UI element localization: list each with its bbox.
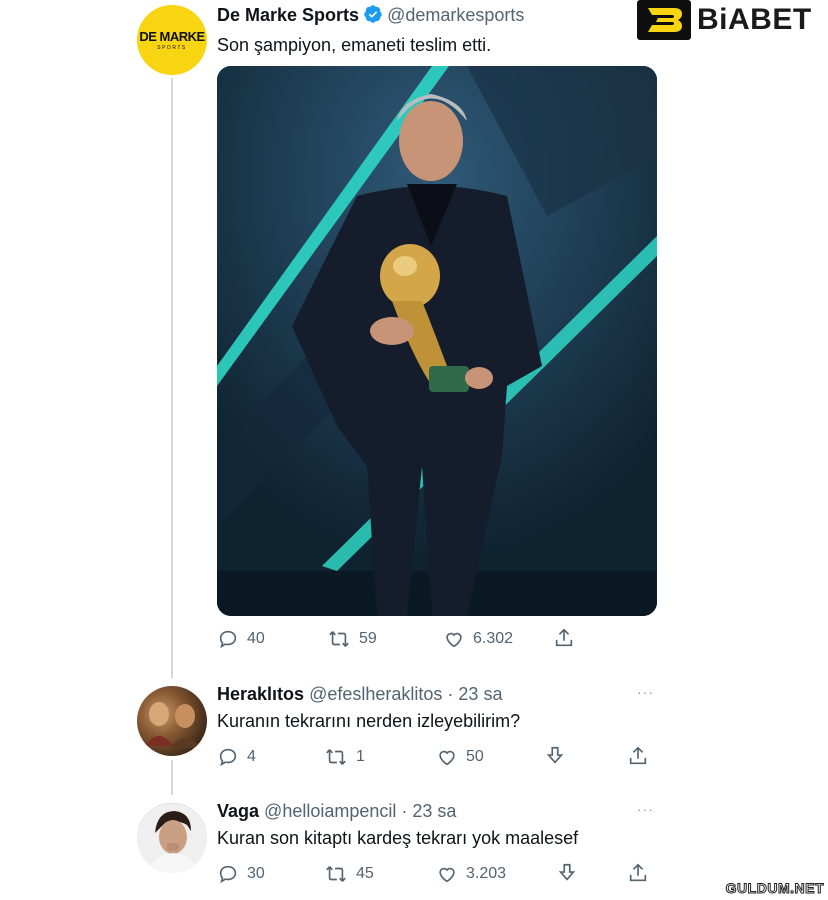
reply-header: Heraklıtos @efeslheraklitos · 23 sa <box>217 684 502 705</box>
arrow-down-icon <box>546 746 564 764</box>
brand-b-icon <box>637 0 691 40</box>
avatar[interactable]: DE MARKE SPORTS <box>137 5 207 75</box>
reply-button[interactable]: 30 <box>217 863 265 885</box>
media-photo <box>217 66 657 616</box>
retweet-icon <box>326 866 346 882</box>
retweet-count: 1 <box>356 748 365 765</box>
heart-icon <box>446 632 462 648</box>
author-handle[interactable]: @efeslheraklitos <box>309 684 442 704</box>
tweet-text: Son şampiyon, emaneti teslim etti. <box>217 35 492 55</box>
author-handle[interactable]: @helloiampencil <box>264 801 396 821</box>
like-button[interactable]: 50 <box>436 746 484 768</box>
thread-line <box>171 78 173 678</box>
avatar-image <box>145 702 201 748</box>
retweet-icon <box>326 749 346 765</box>
author-name[interactable]: Heraklıtos <box>217 684 304 704</box>
share-icon <box>629 746 647 765</box>
reply-text: Kuranın tekrarını nerden izleyebilirim? <box>217 711 521 731</box>
downvote-button[interactable] <box>544 745 566 767</box>
share-button[interactable] <box>627 745 649 767</box>
reply-header: Vaga @helloiampencil · 23 sa <box>217 801 456 822</box>
heart-icon <box>439 750 455 766</box>
like-count: 50 <box>466 748 484 765</box>
retweet-icon <box>329 631 349 647</box>
retweet-button[interactable]: 59 <box>327 628 377 650</box>
verified-badge-icon <box>364 5 382 23</box>
reply-count: 30 <box>247 865 265 882</box>
like-button[interactable]: 6.302 <box>443 628 513 650</box>
share-button[interactable] <box>553 627 575 649</box>
retweet-count: 45 <box>356 865 374 882</box>
reply-icon <box>219 748 237 767</box>
avatar-logo-subtext: SPORTS <box>157 44 187 51</box>
share-icon <box>555 628 573 647</box>
reply-button[interactable]: 40 <box>217 628 265 650</box>
downvote-button[interactable] <box>556 862 578 884</box>
like-count: 6.302 <box>473 630 514 647</box>
tweet-time[interactable]: · 23 sa <box>447 684 502 704</box>
reply-count: 40 <box>247 630 265 647</box>
reply-text: Kuran son kitaptı kardeş tekrarı yok maa… <box>217 828 579 848</box>
brand-logo: BiABET <box>637 0 812 40</box>
tweet-header: De Marke Sports @demarkesports <box>217 4 524 26</box>
more-options-icon[interactable]: ··· <box>637 684 654 700</box>
reply-count: 4 <box>247 748 256 765</box>
retweet-count: 59 <box>359 630 377 647</box>
site-watermark: GULDUM.NET <box>725 880 824 897</box>
thread-line <box>171 760 173 795</box>
reply-icon <box>219 630 237 649</box>
like-count: 3.203 <box>466 865 507 882</box>
tweet-time[interactable]: · 23 sa <box>401 801 456 821</box>
author-handle[interactable]: @demarkesports <box>387 5 524 25</box>
more-options-icon[interactable]: ··· <box>637 801 654 817</box>
reply-button[interactable]: 4 <box>217 746 256 768</box>
retweet-button[interactable]: 1 <box>324 746 365 768</box>
arrow-down-icon <box>558 863 576 881</box>
author-name[interactable]: De Marke Sports <box>217 5 359 25</box>
heart-icon <box>439 867 455 883</box>
avatar-logo-text: DE MARKE <box>139 28 205 44</box>
share-button[interactable] <box>627 862 649 884</box>
like-button[interactable]: 3.203 <box>436 863 506 885</box>
avatar[interactable] <box>137 686 207 756</box>
avatar[interactable] <box>137 803 207 873</box>
retweet-button[interactable]: 45 <box>324 863 374 885</box>
avatar-image <box>137 803 207 873</box>
share-icon <box>629 863 647 882</box>
brand-name: BiABET <box>697 3 812 36</box>
reply-icon <box>219 865 237 884</box>
tweet-media-image[interactable] <box>217 66 657 616</box>
author-name[interactable]: Vaga <box>217 801 259 821</box>
